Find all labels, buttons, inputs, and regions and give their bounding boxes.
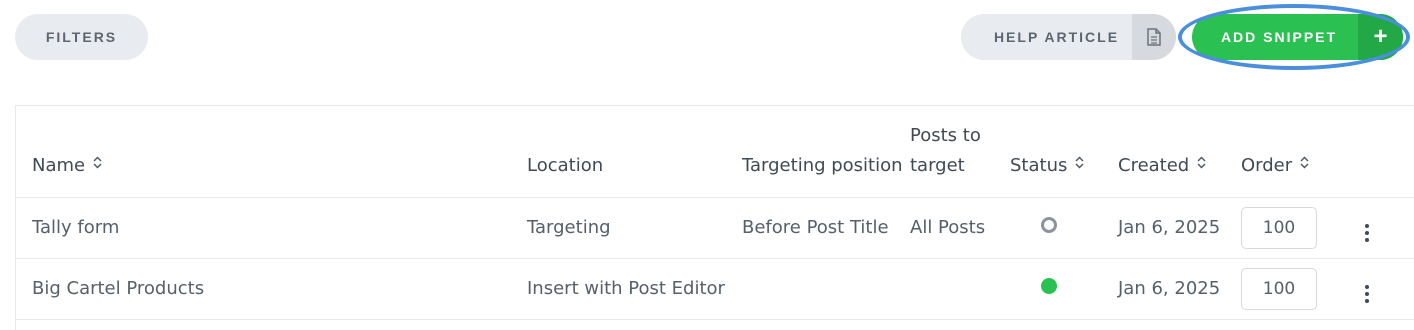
cell-status <box>1010 197 1118 259</box>
column-header-status[interactable]: Status <box>1010 106 1118 198</box>
cell-status <box>1010 258 1118 320</box>
cell-targeting-position <box>742 258 910 320</box>
status-toggle-inactive[interactable] <box>1041 217 1057 233</box>
add-snippet-button[interactable]: ADD SNIPPET + <box>1192 14 1403 60</box>
cell-targeting-position: Before Post Title <box>742 197 910 259</box>
cell-created: Jan 6, 2025 <box>1118 197 1241 259</box>
cell-order <box>1241 197 1347 259</box>
filters-button[interactable]: FILTERS <box>15 14 148 60</box>
cell-order <box>1241 258 1347 320</box>
order-input[interactable] <box>1241 206 1317 249</box>
cell-created: Jan 6, 2025 <box>1118 258 1241 320</box>
table-header-row: Name Location Targeting position Posts t… <box>16 106 1414 198</box>
column-header-name-label: Name <box>32 154 86 176</box>
order-input[interactable] <box>1241 267 1317 310</box>
status-toggle-active[interactable] <box>1041 278 1057 294</box>
column-header-created[interactable]: Created <box>1118 106 1241 198</box>
column-header-name[interactable]: Name <box>16 106 527 198</box>
column-header-location: Location <box>527 106 742 198</box>
snippets-table: Name Location Targeting position Posts t… <box>15 105 1414 330</box>
cell-posts-to-target: All Posts <box>910 197 1010 259</box>
add-snippet-label: ADD SNIPPET <box>1220 29 1338 45</box>
column-header-actions <box>1347 106 1414 198</box>
column-header-location-label: Location <box>527 154 604 176</box>
column-header-posts-to-target-label: Posts to target <box>910 124 981 176</box>
filters-label: FILTERS <box>45 29 118 45</box>
cell-actions <box>1347 258 1414 320</box>
column-header-status-label: Status <box>1010 154 1068 176</box>
sort-icon[interactable] <box>1197 151 1206 181</box>
sort-icon[interactable] <box>93 151 102 181</box>
cell-actions <box>1347 197 1414 259</box>
cell-location: Targeting <box>527 197 742 259</box>
cell-name[interactable]: Tally form <box>16 197 527 259</box>
help-article-label: HELP ARTICLE <box>993 29 1120 45</box>
column-header-order[interactable]: Order <box>1241 106 1347 198</box>
column-header-created-label: Created <box>1118 154 1190 176</box>
column-header-targeting-position: Targeting position <box>742 106 910 198</box>
column-header-order-label: Order <box>1241 154 1293 176</box>
table-row[interactable]: Big Cartel Products Insert with Post Edi… <box>16 258 1414 320</box>
more-options-icon[interactable] <box>1361 222 1373 244</box>
cell-name[interactable]: Big Cartel Products <box>16 258 527 320</box>
cell-location: Insert with Post Editor <box>527 258 742 320</box>
document-icon <box>1132 14 1176 60</box>
help-article-button[interactable]: HELP ARTICLE <box>961 14 1176 60</box>
table-row[interactable]: Tally form Targeting Before Post Title A… <box>16 197 1414 259</box>
more-options-icon[interactable] <box>1361 283 1373 305</box>
column-header-targeting-position-label: Targeting position <box>742 154 903 176</box>
sort-icon[interactable] <box>1075 151 1084 181</box>
sort-icon[interactable] <box>1300 151 1309 181</box>
plus-icon: + <box>1358 14 1403 60</box>
cell-posts-to-target <box>910 258 1010 320</box>
column-header-posts-to-target: Posts to target <box>910 106 1010 198</box>
